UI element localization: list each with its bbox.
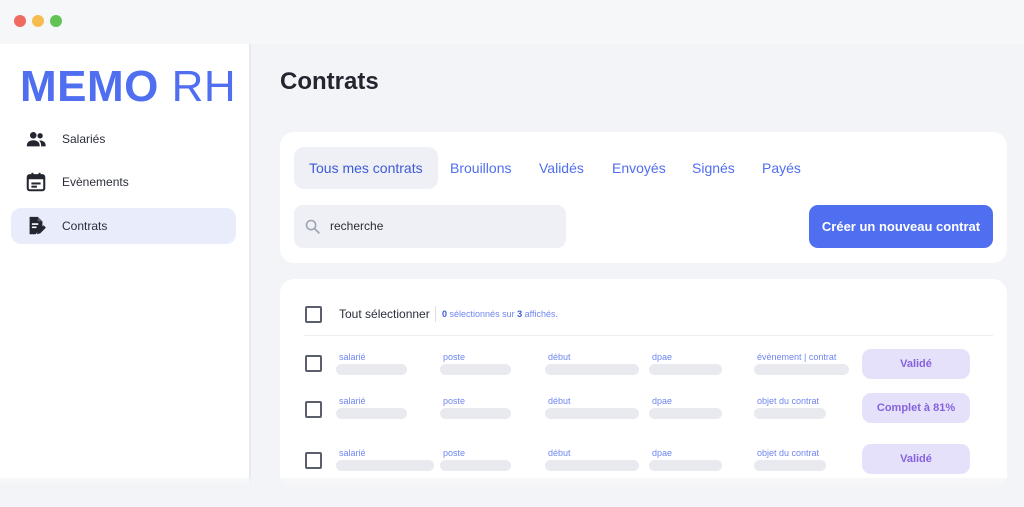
field-label-extra: objet du contrat: [757, 448, 820, 458]
sidebar-item-contrats[interactable]: Contrats: [11, 208, 236, 244]
create-contract-button[interactable]: Créer un nouveau contrat: [809, 205, 993, 248]
table-row[interactable]: salarié poste début dpae objet du contra…: [280, 393, 1007, 436]
selected-count: 0: [442, 309, 448, 319]
placeholder-value: [440, 364, 511, 375]
placeholder-value: [649, 364, 722, 375]
table-row[interactable]: salarié poste début dpae évènement | con…: [280, 349, 1007, 392]
placeholder-value: [649, 460, 722, 471]
placeholder-value: [545, 364, 639, 375]
separator: [435, 306, 436, 322]
field-label-salarie: salarié: [339, 396, 366, 406]
placeholder-value: [649, 408, 722, 419]
brand-light: RH: [171, 62, 237, 111]
select-all-checkbox[interactable]: [305, 306, 322, 323]
field-label-poste: poste: [443, 396, 466, 406]
placeholder-value: [336, 460, 434, 471]
tab-tous-mes-contrats[interactable]: Tous mes contrats: [294, 147, 438, 189]
selection-count: 0 sélectionnés sur 3 affichés.: [442, 309, 558, 319]
field-label-extra: évènement | contrat: [757, 352, 837, 362]
placeholder-value: [754, 460, 826, 471]
contracts-list-card: Tout sélectionner 0 sélectionnés sur 3 a…: [280, 279, 1007, 489]
field-label-extra: objet du contrat: [757, 396, 820, 406]
tab-payes[interactable]: Payés: [762, 147, 801, 189]
shown-suffix-text: affichés.: [524, 309, 558, 319]
tab-signes[interactable]: Signés: [692, 147, 735, 189]
search-icon: [305, 219, 320, 234]
maximize-window-button[interactable]: [50, 15, 62, 27]
sidebar-item-label: Evènements: [62, 175, 129, 189]
tab-brouillons[interactable]: Brouillons: [450, 147, 511, 189]
app-logo: MEMO RH: [20, 62, 236, 112]
filters-card: Tous mes contrats Brouillons Validés Env…: [280, 132, 1007, 263]
field-label-debut: début: [548, 352, 571, 362]
selected-mid-text: sélectionnés sur: [449, 309, 515, 319]
field-label-salarie: salarié: [339, 448, 366, 458]
divider: [304, 335, 993, 336]
field-label-poste: poste: [443, 448, 466, 458]
field-label-debut: début: [548, 396, 571, 406]
status-badge[interactable]: Validé: [862, 444, 970, 474]
tab-envoyes[interactable]: Envoyés: [612, 147, 666, 189]
sidebar-item-salaries[interactable]: Salariés: [11, 121, 236, 157]
placeholder-value: [336, 408, 407, 419]
placeholder-value: [336, 364, 407, 375]
search-input[interactable]: [330, 216, 550, 236]
field-label-salarie: salarié: [339, 352, 366, 362]
placeholder-value: [440, 460, 511, 471]
status-badge[interactable]: Complet à 81%: [862, 393, 970, 423]
sidebar-item-label: Salariés: [62, 132, 106, 146]
field-label-dpae: dpae: [652, 396, 673, 406]
placeholder-value: [440, 408, 511, 419]
tab-valides[interactable]: Validés: [539, 147, 584, 189]
sidebar-item-evenements[interactable]: Evènements: [11, 164, 236, 200]
sidebar-item-label: Contrats: [62, 219, 108, 233]
close-window-button[interactable]: [14, 15, 26, 27]
select-all-label[interactable]: Tout sélectionner: [339, 307, 430, 321]
field-label-dpae: dpae: [652, 448, 673, 458]
shown-count: 3: [517, 309, 523, 319]
placeholder-value: [754, 364, 849, 375]
field-label-poste: poste: [443, 352, 466, 362]
placeholder-value: [754, 408, 826, 419]
row-checkbox[interactable]: [305, 452, 322, 469]
placeholder-value: [545, 460, 639, 471]
document-edit-icon: [29, 216, 46, 235]
row-checkbox[interactable]: [305, 355, 322, 372]
calendar-icon: [26, 172, 46, 192]
bottom-fade: [0, 478, 1024, 507]
people-icon: [26, 132, 46, 147]
status-badge[interactable]: Validé: [862, 349, 970, 379]
minimize-window-button[interactable]: [32, 15, 44, 27]
brand-bold: MEMO: [20, 62, 159, 111]
window-titlebar: [0, 0, 1024, 44]
field-label-debut: début: [548, 448, 571, 458]
field-label-dpae: dpae: [652, 352, 673, 362]
placeholder-value: [545, 408, 639, 419]
row-checkbox[interactable]: [305, 401, 322, 418]
page-title: Contrats: [280, 68, 379, 95]
search-box: [294, 205, 566, 248]
sidebar: MEMO RH Salariés Evènements Contrats: [0, 44, 251, 484]
